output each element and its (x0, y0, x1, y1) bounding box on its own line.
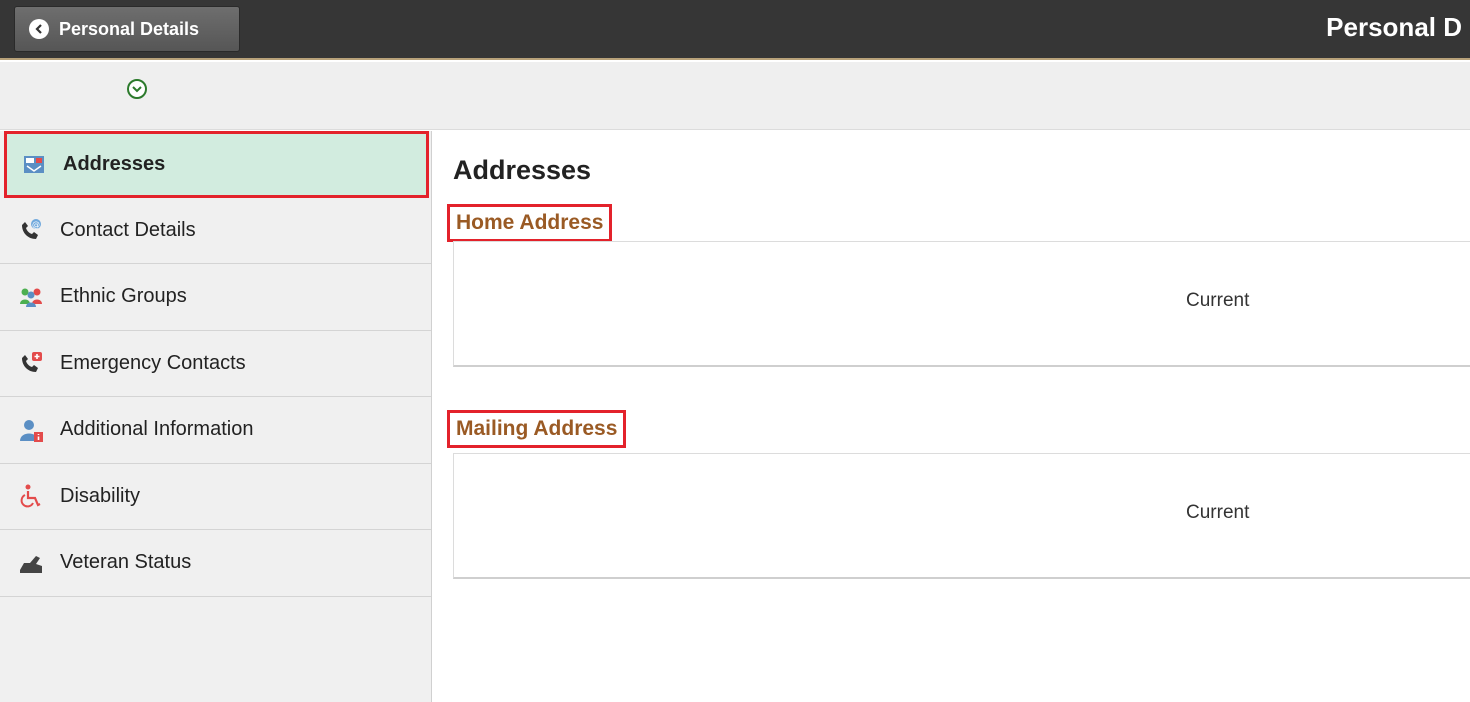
wheelchair-icon (18, 483, 44, 509)
back-button-label: Personal Details (59, 18, 200, 39)
sidebar-item-veteran-status[interactable]: Veteran Status (0, 530, 431, 597)
sidebar-item-label: Emergency Contacts (60, 351, 246, 374)
address-card-icon (21, 151, 47, 177)
sidebar-item-label: Disability (60, 484, 141, 507)
chevron-left-icon (29, 19, 49, 39)
sidebar-item-label: Contact Details (60, 218, 196, 241)
back-button[interactable]: Personal Details (14, 6, 240, 52)
sidebar-item-label: Ethnic Groups (60, 285, 187, 308)
main-content: Addresses Home Address Current Mailing A… (433, 131, 1470, 702)
expand-circle-icon[interactable] (126, 78, 148, 100)
sidebar-item-additional-information[interactable]: Additional Information (0, 397, 431, 464)
svg-text:@: @ (32, 220, 40, 229)
phone-email-icon: @ (18, 217, 44, 243)
sidebar-item-label: Veteran Status (60, 551, 192, 574)
home-address-title: Home Address (447, 204, 613, 242)
veteran-icon (18, 550, 44, 576)
sidebar-item-ethnic-groups[interactable]: Ethnic Groups (0, 264, 431, 331)
sidebar-item-label: Addresses (63, 152, 166, 175)
mailing-address-title: Mailing Address (447, 410, 627, 448)
mailing-address-status: Current (1186, 502, 1250, 523)
mailing-address-panel[interactable]: Current (453, 453, 1470, 579)
person-info-icon (18, 417, 44, 443)
sidebar-item-label: Additional Information (60, 418, 254, 441)
section-heading: Addresses (453, 155, 592, 185)
phone-emergency-icon (18, 350, 44, 376)
sub-toolbar (0, 62, 1470, 130)
sidebar-nav: Addresses @ Contact Details Ethnic Group… (0, 131, 432, 702)
page-title: Personal D (1326, 12, 1462, 42)
home-address-status: Current (1186, 290, 1250, 311)
sidebar-item-contact-details[interactable]: @ Contact Details (0, 198, 431, 264)
sidebar-item-addresses[interactable]: Addresses (4, 131, 429, 198)
home-address-panel[interactable]: Current (453, 241, 1470, 367)
people-group-icon (18, 284, 44, 310)
header-bar: Personal Details Personal D (0, 0, 1470, 60)
sidebar-item-emergency-contacts[interactable]: Emergency Contacts (0, 331, 431, 397)
sidebar-item-disability[interactable]: Disability (0, 464, 431, 530)
